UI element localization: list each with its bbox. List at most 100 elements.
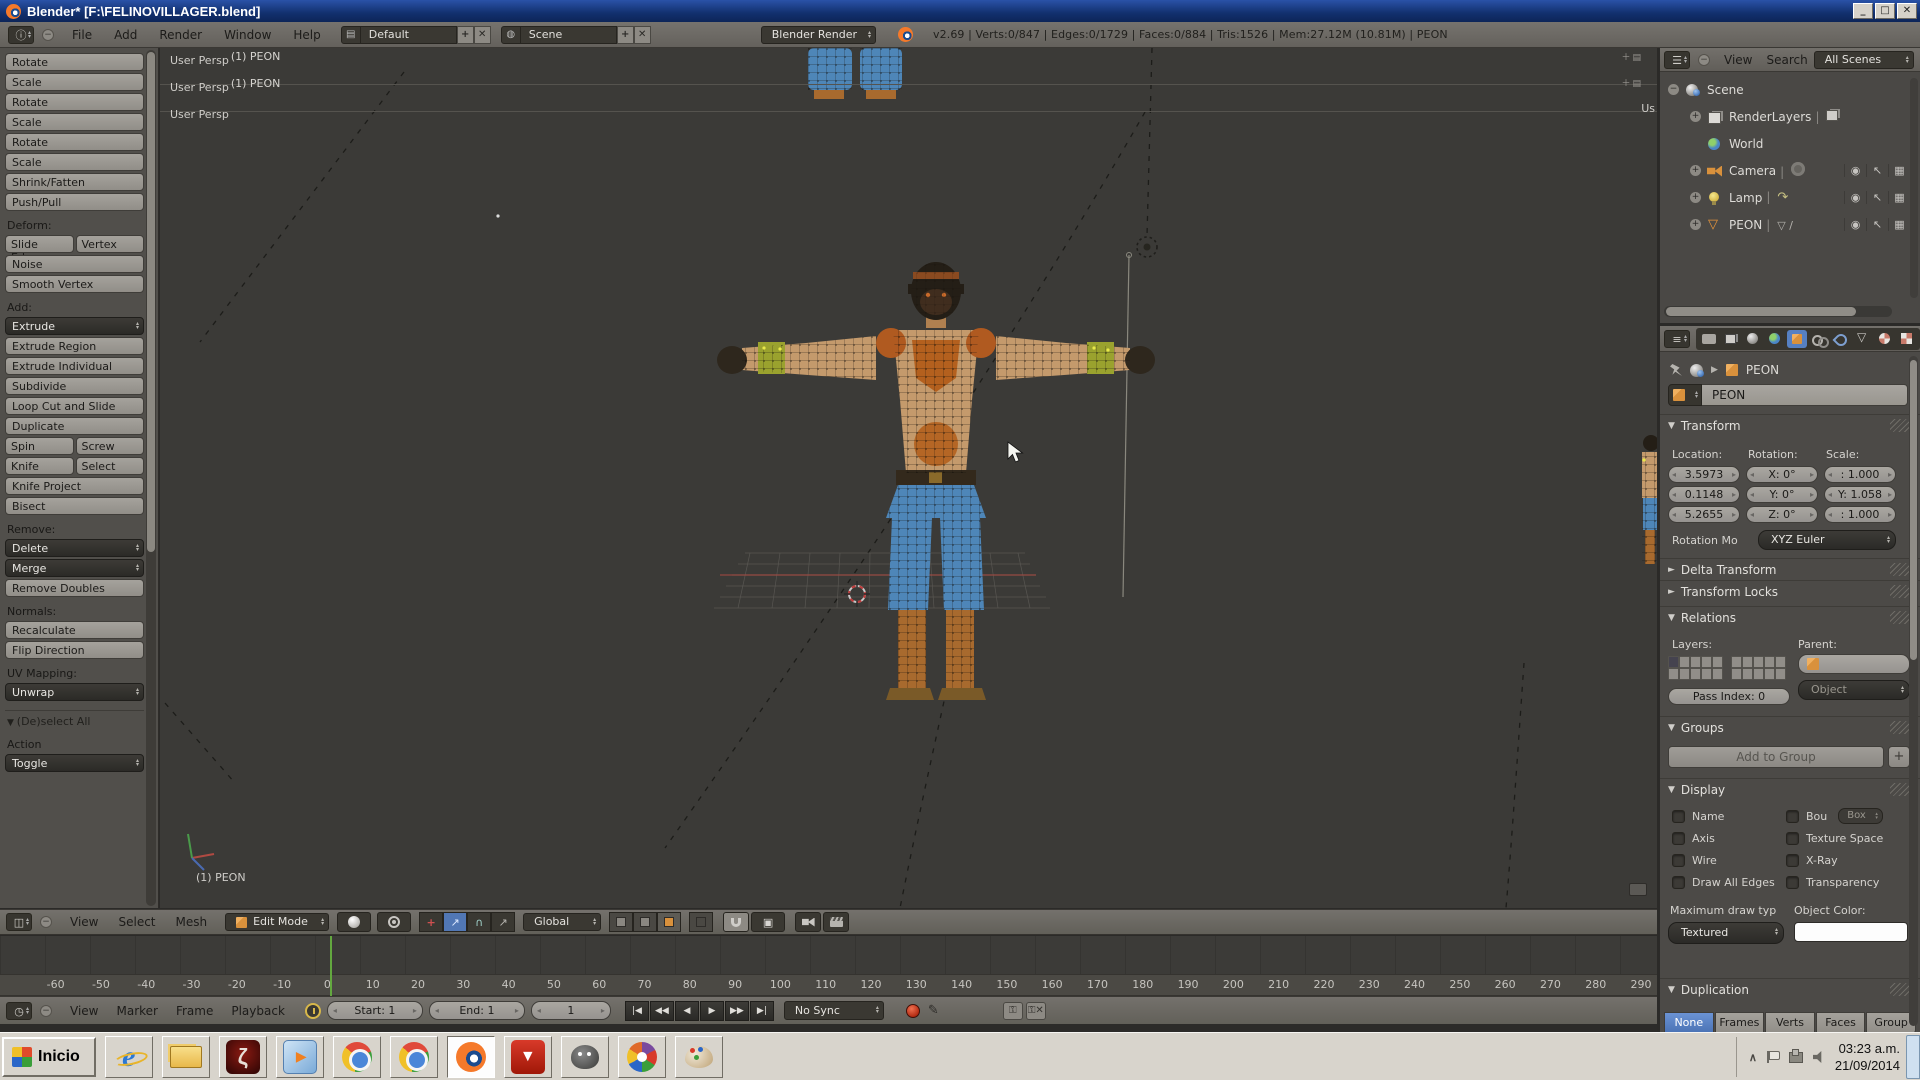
keying-pencil-icon[interactable]: ✎ [928, 1003, 939, 1018]
collapsed-panel-header[interactable]: ►Delta Transform [1660, 558, 1920, 580]
tool-shelf-item[interactable]: Subdivide [5, 377, 144, 395]
transform-panel-header[interactable]: ▼Transform [1660, 414, 1920, 436]
outliner-hscrollbar[interactable] [1664, 306, 1892, 317]
transport-button[interactable]: ▶▶ [725, 1001, 749, 1021]
scale-y-field[interactable]: Y: 1.058 [1824, 486, 1896, 503]
manipulator-axes-icon[interactable]: + [419, 912, 443, 932]
selectability-cursor-icon[interactable]: ↖ [1866, 218, 1888, 231]
mode-dropdown[interactable]: Edit Mode [225, 913, 329, 931]
menubar-menu[interactable]: File [72, 28, 92, 42]
info-editor-icon[interactable]: ⓘ [8, 26, 34, 44]
display-checkbox[interactable]: Draw All Edges [1672, 874, 1775, 890]
add-layout-button[interactable]: + [457, 26, 474, 44]
object-color-swatch[interactable] [1794, 922, 1908, 942]
timeline-menu[interactable]: Marker [116, 1004, 157, 1018]
properties-tab[interactable] [1831, 330, 1851, 348]
menubar-menu[interactable]: Render [159, 28, 202, 42]
taskbar-app-button[interactable] [504, 1036, 552, 1078]
outliner-row[interactable]: + PEON ◉ ↖ ▦ [1660, 211, 1920, 238]
display-checkbox[interactable]: Axis [1672, 830, 1775, 846]
renderability-camera-icon[interactable]: ▦ [1888, 191, 1910, 204]
outliner-filter-dropdown[interactable]: All Scenes [1814, 51, 1914, 69]
maxdraw-dropdown[interactable]: Textured [1668, 922, 1784, 944]
record-icon[interactable] [906, 1004, 920, 1018]
orientation-dropdown[interactable]: Global [523, 913, 601, 931]
visibility-eye-icon[interactable]: ◉ [1844, 218, 1866, 231]
collapsed-panel-header[interactable]: ►Transform Locks [1660, 580, 1920, 602]
tool-shelf-item[interactable]: Knife Project [5, 477, 144, 495]
scene-name-field[interactable]: Scene [521, 26, 617, 44]
transport-button[interactable]: |◀ [625, 1001, 649, 1021]
timeline-menu[interactable]: Playback [231, 1004, 285, 1018]
object-id-icon[interactable] [1668, 384, 1702, 406]
insert-keyframe-icon[interactable]: ⚿ [1003, 1002, 1023, 1020]
sync-dropdown[interactable]: No Sync [784, 1001, 884, 1020]
volume-icon[interactable] [1813, 1051, 1825, 1063]
pivot-dropdown[interactable] [377, 912, 411, 932]
display-checkbox[interactable]: X-Ray [1786, 852, 1883, 868]
menubar-menu[interactable]: Window [224, 28, 271, 42]
rot-x-field[interactable]: X: 0° [1746, 466, 1818, 483]
use-preview-range-icon[interactable] [305, 1003, 321, 1019]
loc-y-field[interactable]: 0.1148 [1668, 486, 1740, 503]
tool-shelf-item[interactable]: Bisect [5, 497, 144, 515]
tool-shelf-item[interactable]: Merge [5, 559, 144, 577]
taskbar-app-button[interactable] [162, 1036, 210, 1078]
vertex-select-icon[interactable] [609, 912, 633, 932]
tool-shelf-item[interactable]: Extrude Region [5, 337, 144, 355]
tool-shelf-item[interactable]: Toggle [5, 754, 144, 772]
snap-magnet-icon[interactable] [723, 912, 749, 932]
tool-shelf-item[interactable]: Loop Cut and Slide [5, 397, 144, 415]
opengl-render-anim-icon[interactable] [823, 912, 849, 932]
visibility-eye-icon[interactable]: ◉ [1844, 191, 1866, 204]
properties-scrollbar[interactable] [1909, 356, 1918, 1026]
taskbar-app-button[interactable] [333, 1036, 381, 1078]
tool-shelf-item[interactable]: Rotate [5, 53, 144, 71]
tool-shelf-item[interactable]: Extrude Individual [5, 357, 144, 375]
duplication-mode-button[interactable]: Faces [1816, 1012, 1866, 1032]
properties-tab[interactable] [1897, 330, 1917, 348]
tool-shelf-item[interactable]: Slide EdgeVertex [5, 235, 144, 253]
duplication-panel-header[interactable]: ▼Duplication [1660, 978, 1920, 1000]
layout-icon[interactable]: ▤ [341, 26, 361, 44]
properties-tab[interactable] [1875, 330, 1895, 348]
snap-element-dropdown[interactable]: ▣ [751, 912, 785, 932]
tool-shelf-item[interactable]: KnifeSelect [5, 457, 144, 475]
camera-lock-icon[interactable] [1629, 883, 1647, 896]
pass-index-field[interactable]: Pass Index: 0 [1668, 688, 1790, 705]
tool-shelf-item[interactable]: Flip Direction [5, 641, 144, 659]
display-checkbox[interactable]: Wire [1672, 852, 1775, 868]
relations-panel-header[interactable]: ▼Relations [1660, 606, 1920, 628]
selectability-cursor-icon[interactable]: ↖ [1866, 164, 1888, 177]
properties-tab[interactable] [1787, 330, 1807, 348]
tool-shelf-item[interactable]: Remove Doubles [5, 579, 144, 597]
viewport-3d[interactable]: User Persp(1) PEON User Persp(1) PEON Us… [160, 48, 1657, 908]
frame-start-field[interactable]: Start: 1 [327, 1001, 423, 1020]
transport-button[interactable]: ▶ [700, 1001, 724, 1021]
tool-shelf-item[interactable]: (De)select All [5, 710, 144, 730]
tool-shelf-item[interactable]: Push/Pull [5, 193, 144, 211]
tool-shelf-item[interactable]: Unwrap [5, 683, 144, 701]
timeline-ruler[interactable]: -60-50-40-30-20-100102030405060708090100… [0, 974, 1657, 996]
visibility-eye-icon[interactable]: ◉ [1844, 164, 1866, 177]
display-checkbox[interactable]: Texture Space [1786, 830, 1883, 846]
outliner-row[interactable]: − Scene ◉ ↖ ▦ [1660, 76, 1920, 103]
add-to-group-button[interactable]: Add to Group [1668, 746, 1884, 768]
new-group-button[interactable]: + [1888, 746, 1910, 768]
view3d-editor-icon[interactable]: ◫ [6, 913, 32, 931]
rotation-mode-dropdown[interactable]: XYZ Euler [1758, 530, 1896, 550]
outliner-menu[interactable]: Search [1766, 53, 1807, 67]
display-checkbox[interactable]: Name [1672, 808, 1775, 824]
view3d-menu[interactable]: View [70, 915, 98, 929]
tool-shelf-item[interactable]: Rotate [5, 133, 144, 151]
minimize-button[interactable]: _ [1853, 3, 1873, 19]
selectability-cursor-icon[interactable]: ↖ [1866, 191, 1888, 204]
tool-shelf-item[interactable]: Recalculate [5, 621, 144, 639]
layout-name-field[interactable]: Default [361, 26, 457, 44]
properties-tab[interactable] [1699, 330, 1719, 348]
scene-icon[interactable]: ◍ [501, 26, 521, 44]
taskbar-app-button[interactable] [219, 1036, 267, 1078]
tool-shelf-item[interactable]: Rotate [5, 93, 144, 111]
bounds-type-dropdown[interactable]: Box [1838, 808, 1883, 824]
tool-shelf-item[interactable]: Duplicate [5, 417, 144, 435]
